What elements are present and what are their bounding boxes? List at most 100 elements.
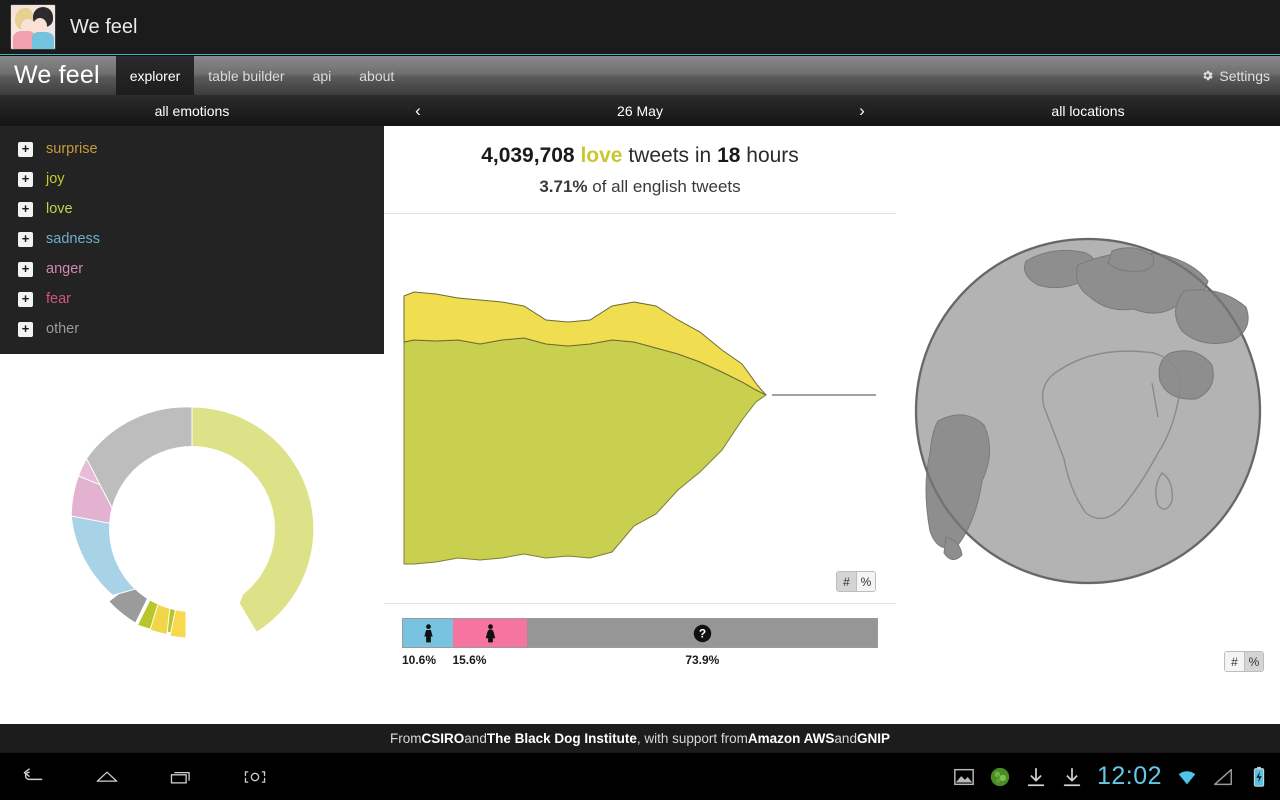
gear-icon xyxy=(1201,69,1214,82)
tab-about[interactable]: about xyxy=(345,56,408,95)
emotion-item-surprise[interactable]: + surprise xyxy=(0,134,384,164)
all-locations-header[interactable]: all locations xyxy=(896,95,1280,126)
footer-org-csiro[interactable]: CSIRO xyxy=(422,731,465,746)
map-percent-toggle[interactable]: % xyxy=(1244,652,1263,671)
male-icon xyxy=(423,623,433,642)
gender-label-male: 10.6% xyxy=(402,653,437,667)
green-app-icon[interactable] xyxy=(989,766,1011,788)
expand-icon[interactable]: + xyxy=(18,321,33,337)
system-clock[interactable]: 12:02 xyxy=(1097,762,1162,791)
footer-org-gnip[interactable]: GNIP xyxy=(857,731,890,746)
footer-mid-2: , with support from xyxy=(636,730,748,746)
map-count-toggle[interactable]: # xyxy=(1225,652,1244,671)
tab-api[interactable]: api xyxy=(299,56,346,95)
page-footer: From CSIRO and The Black Dog Institute ,… xyxy=(0,724,1280,752)
app-root: We feel We feel explorer table builder a… xyxy=(0,0,1280,800)
app-title: We feel xyxy=(70,15,138,38)
svg-text:?: ? xyxy=(698,626,705,640)
expand-icon[interactable]: + xyxy=(18,141,33,157)
gender-segment-female[interactable] xyxy=(453,619,528,647)
home-icon[interactable] xyxy=(96,766,118,788)
emotion-item-anger[interactable]: + anger xyxy=(0,254,384,284)
download-icon[interactable] xyxy=(1025,766,1047,788)
android-system-bar: 12:02 xyxy=(0,752,1280,800)
app-icon-couple xyxy=(10,4,56,50)
emotion-donut-chart[interactable] xyxy=(0,354,384,684)
gender-bar-track: ? xyxy=(402,618,878,648)
all-emotions-header[interactable]: all emotions xyxy=(0,95,384,126)
emotion-item-other[interactable]: + other xyxy=(0,314,384,344)
current-date: 26 May xyxy=(617,102,663,119)
percent-value: 3.71% xyxy=(539,177,588,196)
emotion-label: surprise xyxy=(46,141,98,157)
gender-segment-unknown[interactable]: ? xyxy=(527,619,877,647)
footer-prefix: From xyxy=(390,730,422,746)
settings-button[interactable]: Settings xyxy=(1201,56,1280,95)
emotion-stream-graph[interactable]: # % xyxy=(384,214,896,604)
gender-segment-male[interactable] xyxy=(403,619,454,647)
emotion-item-joy[interactable]: + joy xyxy=(0,164,384,194)
android-title-bar: We feel xyxy=(0,0,1280,55)
emotions-panel: all emotions + surprise + joy + love + s… xyxy=(0,95,384,724)
expand-icon[interactable]: + xyxy=(18,231,33,247)
hours-count: 18 xyxy=(717,144,741,167)
gender-labels: 10.6% 15.6% 73.9% xyxy=(402,653,878,667)
footer-org-black-dog[interactable]: The Black Dog Institute xyxy=(487,731,637,746)
brand-logo[interactable]: We feel xyxy=(0,56,116,95)
gender-label-female: 15.6% xyxy=(452,653,487,667)
stream-count-toggle[interactable]: # xyxy=(837,572,856,591)
recents-icon[interactable] xyxy=(170,766,192,788)
emotion-label: anger xyxy=(46,261,84,277)
tab-table-builder[interactable]: table builder xyxy=(194,56,298,95)
system-status-icons: 12:02 xyxy=(953,762,1280,791)
percent-description: of all english tweets xyxy=(592,177,741,196)
globe-orthographic[interactable]: # % xyxy=(896,126,1280,686)
gender-distribution-bar: ? 10.6% 15.6% 73.9% xyxy=(384,604,896,667)
battery-charging-icon[interactable] xyxy=(1248,766,1270,788)
emotion-label: fear xyxy=(46,291,71,307)
emotion-item-fear[interactable]: + fear xyxy=(0,284,384,314)
image-icon[interactable] xyxy=(953,766,975,788)
expand-icon[interactable]: + xyxy=(18,201,33,217)
tweet-count: 4,039,708 xyxy=(481,144,575,167)
emotion-label: sadness xyxy=(46,231,101,247)
question-icon: ? xyxy=(693,624,711,642)
summary-mid-text: tweets in xyxy=(628,144,712,167)
hours-unit: hours xyxy=(746,144,799,167)
emotion-label: other xyxy=(46,321,80,337)
emotion-name: love xyxy=(580,144,623,167)
signal-icon[interactable] xyxy=(1212,766,1234,788)
wifi-icon[interactable] xyxy=(1176,766,1198,788)
screenshot-icon[interactable] xyxy=(244,766,266,788)
settings-label: Settings xyxy=(1219,67,1270,84)
emotion-label: love xyxy=(46,201,73,217)
summary-line-1: 4,039,708 love tweets in 18 hours xyxy=(394,144,886,168)
site-navbar: We feel explorer table builder api about… xyxy=(0,56,1280,95)
footer-mid-3: and xyxy=(834,730,857,746)
system-nav-buttons xyxy=(0,766,266,788)
summary-block: 4,039,708 love tweets in 18 hours 3.71% … xyxy=(384,126,896,214)
map-unit-toggle[interactable]: # % xyxy=(1224,651,1264,672)
expand-icon[interactable]: + xyxy=(18,171,33,187)
stream-unit-toggle[interactable]: # % xyxy=(836,571,876,592)
emotion-item-love[interactable]: + love xyxy=(0,194,384,224)
tab-explorer[interactable]: explorer xyxy=(115,56,195,95)
date-navigator: ‹ 26 May › xyxy=(384,95,896,126)
emotion-label: joy xyxy=(46,171,65,187)
footer-org-aws[interactable]: Amazon AWS xyxy=(748,731,835,746)
gender-label-unknown: 73.9% xyxy=(685,653,720,667)
back-icon[interactable] xyxy=(22,766,44,788)
download-icon[interactable] xyxy=(1061,766,1083,788)
footer-mid-1: and xyxy=(464,730,487,746)
emotion-item-sadness[interactable]: + sadness xyxy=(0,224,384,254)
stream-series-love xyxy=(403,337,767,565)
stream-percent-toggle[interactable]: % xyxy=(856,572,875,591)
female-icon xyxy=(485,623,495,642)
expand-icon[interactable]: + xyxy=(18,291,33,307)
next-day-button[interactable]: › xyxy=(842,95,882,126)
nav-tabs: explorer table builder api about xyxy=(115,56,409,95)
prev-day-button[interactable]: ‹ xyxy=(398,95,438,126)
summary-line-2: 3.71% of all english tweets xyxy=(394,177,886,197)
expand-icon[interactable]: + xyxy=(18,261,33,277)
three-column-layout: all emotions + surprise + joy + love + s… xyxy=(0,95,1280,724)
